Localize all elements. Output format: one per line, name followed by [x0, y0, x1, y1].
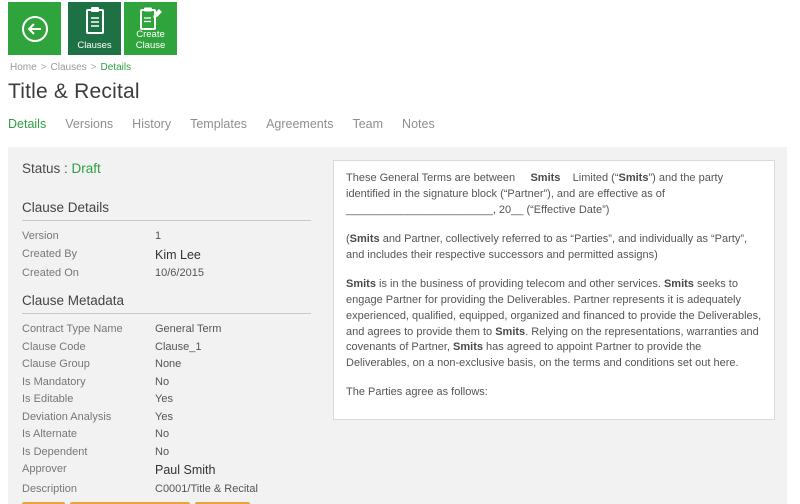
- table-row: Version 1: [22, 230, 322, 242]
- breadcrumb-item-clauses[interactable]: Clauses: [51, 62, 87, 73]
- table-row: Clause Group None: [22, 358, 322, 370]
- status-badge: Draft: [71, 161, 101, 176]
- tab-bar: Details Versions History Templates Agreement…: [8, 117, 435, 131]
- field-label: Is Alternate: [22, 428, 78, 440]
- document-paragraph: Smits is in the business of providing te…: [346, 277, 762, 370]
- back-arrow-icon: [8, 2, 61, 55]
- clause-text-preview: These General Terms are between Smits Li…: [333, 160, 775, 420]
- table-row: Description C0001/Title & Recital: [22, 483, 322, 495]
- clipboard-icon: [68, 6, 121, 36]
- field-label: Is Mandatory: [22, 375, 86, 388]
- table-row: Contract Type Name General Term: [22, 323, 322, 335]
- breadcrumb-item-details: Details: [100, 62, 132, 73]
- field-value: General Term: [155, 323, 222, 335]
- clipboard-pencil-icon: [124, 6, 177, 32]
- breadcrumb-separator: >: [90, 62, 97, 73]
- breadcrumb-separator: >: [40, 62, 47, 73]
- section-title: Clause Metadata: [22, 293, 125, 308]
- breadcrumb-item-home[interactable]: Home: [10, 62, 37, 73]
- field-value: Kim Lee: [155, 247, 201, 262]
- field-value: C0001/Title & Recital: [155, 482, 258, 495]
- document-paragraph: These General Terms are between Smits Li…: [346, 172, 724, 216]
- field-label: Approver: [22, 463, 67, 475]
- status-line: Status : Draft: [22, 161, 322, 176]
- field-value: Clause_1: [155, 340, 202, 353]
- page-title: Title & Recital: [8, 80, 140, 103]
- field-label: Is Dependent: [22, 445, 88, 458]
- table-row: Is Editable Yes: [22, 393, 322, 405]
- clauses-tile-label: Clauses: [77, 40, 112, 52]
- field-label: Clause Group: [22, 358, 90, 370]
- field-value: 10/6/2015: [155, 267, 204, 279]
- create-clause-tile-label: Create Clause: [135, 29, 166, 52]
- clauses-tile-button[interactable]: Clauses: [68, 2, 121, 55]
- tab-versions[interactable]: Versions: [65, 117, 113, 131]
- table-row: Is Mandatory No: [22, 376, 322, 388]
- field-label: Is Editable: [22, 393, 74, 405]
- field-value: No: [155, 428, 170, 440]
- table-row: Created By Kim Lee: [22, 248, 322, 262]
- tab-history[interactable]: History: [132, 117, 171, 131]
- field-label: Description: [22, 482, 78, 495]
- tab-templates[interactable]: Templates: [190, 117, 247, 131]
- section-divider: [22, 313, 311, 314]
- back-button[interactable]: [8, 2, 61, 55]
- field-value: No: [155, 445, 170, 458]
- field-label: Created By: [22, 247, 78, 260]
- table-row: Deviation Analysis Yes: [22, 411, 322, 423]
- field-label: Version: [22, 230, 59, 242]
- status-label: Status :: [22, 161, 68, 176]
- field-label: Created On: [22, 267, 79, 279]
- breadcrumb: Home > Clauses > Details: [10, 62, 131, 73]
- tab-details[interactable]: Details: [8, 117, 46, 131]
- field-value: Paul Smith: [155, 463, 216, 477]
- field-value: No: [155, 375, 170, 388]
- details-panel: Status : Draft Clause Details Version 1 Cre…: [8, 147, 787, 504]
- document-paragraph: (Smits and Partner, collectively referre…: [346, 232, 748, 261]
- field-value: Yes: [155, 410, 173, 423]
- section-title: Clause Details: [22, 200, 110, 215]
- metadata-sections: Clause Details Version 1 Created By Kim Lee C…: [22, 200, 322, 495]
- field-value: 1: [155, 230, 162, 242]
- table-row: Approver Paul Smith: [22, 463, 322, 477]
- tab-notes[interactable]: Notes: [402, 117, 435, 131]
- field-label: Deviation Analysis: [22, 410, 112, 423]
- table-row: Clause Code Clause_1: [22, 341, 322, 353]
- document-paragraph: The Parties agree as follows:: [346, 386, 488, 399]
- table-row: Created On 10/6/2015: [22, 267, 322, 279]
- field-value: Yes: [155, 393, 173, 405]
- clause-info-column: Status : Draft Clause Details Version 1 Cre…: [22, 161, 322, 504]
- field-value: None: [155, 358, 182, 370]
- section-divider: [22, 220, 311, 221]
- create-clause-tile-button[interactable]: Create Clause: [124, 2, 177, 55]
- command-tiles: Clauses Create Clause: [8, 2, 177, 55]
- field-label: Clause Code: [22, 340, 86, 353]
- table-row: Is Alternate No: [22, 428, 322, 440]
- tab-agreements[interactable]: Agreements: [266, 117, 333, 131]
- tab-team[interactable]: Team: [352, 117, 383, 131]
- clause-details-page: Clauses Create Clause Home > Clauses > Detai…: [0, 0, 800, 504]
- field-label: Contract Type Name: [22, 323, 123, 335]
- table-row: Is Dependent No: [22, 446, 322, 458]
